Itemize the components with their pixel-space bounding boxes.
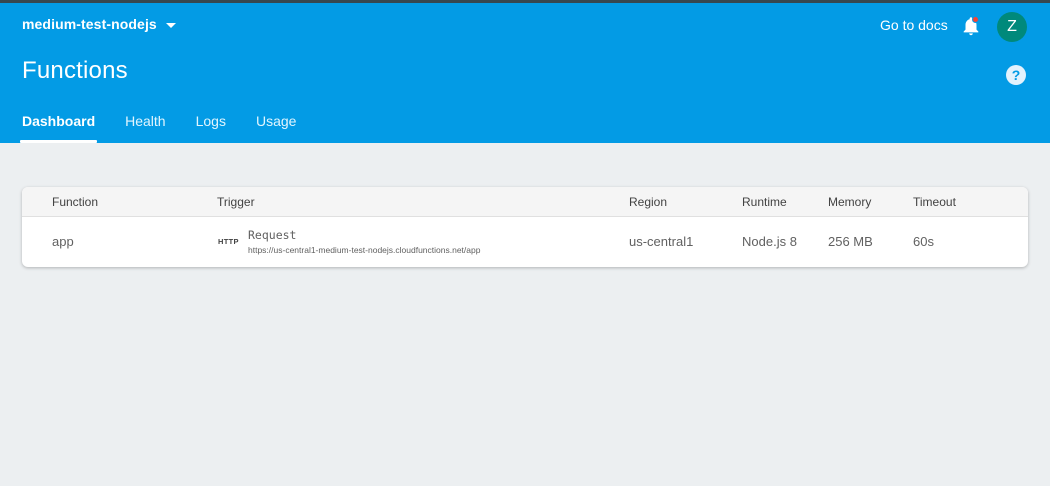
column-header-timeout[interactable]: Timeout — [913, 195, 956, 209]
column-header-trigger[interactable]: Trigger — [217, 195, 255, 209]
column-header-region[interactable]: Region — [629, 195, 667, 209]
help-icon[interactable]: ? — [1006, 65, 1026, 85]
trigger-badge: HTTP — [218, 237, 239, 246]
column-header-memory[interactable]: Memory — [828, 195, 871, 209]
runtime-value: Node.js 8 — [742, 234, 797, 249]
tab-usage[interactable]: Usage — [256, 113, 296, 143]
trigger-url[interactable]: https://us-central1-medium-test-nodejs.c… — [248, 245, 480, 255]
timeout-value: 60s — [913, 234, 934, 249]
project-selector[interactable]: medium-test-nodejs — [22, 16, 176, 32]
memory-value: 256 MB — [828, 234, 873, 249]
region-value: us-central1 — [629, 234, 694, 249]
table-header: Function Trigger Region Runtime Memory T… — [22, 187, 1028, 217]
column-header-runtime[interactable]: Runtime — [742, 195, 787, 209]
function-name: app — [52, 234, 74, 249]
avatar[interactable]: Z — [997, 12, 1027, 42]
tab-logs[interactable]: Logs — [196, 113, 226, 143]
tab-health[interactable]: Health — [125, 113, 165, 143]
app-header: medium-test-nodejs Go to docs Z Function… — [0, 3, 1050, 143]
column-header-function[interactable]: Function — [52, 195, 98, 209]
trigger-type: Request — [248, 228, 297, 242]
table-row[interactable]: app HTTP Request https://us-central1-med… — [22, 217, 1028, 267]
project-name: medium-test-nodejs — [22, 16, 157, 32]
functions-table-card: Function Trigger Region Runtime Memory T… — [22, 187, 1028, 267]
page-title: Functions — [22, 57, 128, 84]
tab-bar: Dashboard Health Logs Usage — [19, 113, 326, 143]
bell-icon[interactable] — [960, 15, 982, 37]
chevron-down-icon — [165, 22, 176, 28]
tab-dashboard[interactable]: Dashboard — [19, 113, 98, 143]
notification-dot — [972, 16, 979, 23]
go-to-docs-link[interactable]: Go to docs — [880, 17, 948, 33]
